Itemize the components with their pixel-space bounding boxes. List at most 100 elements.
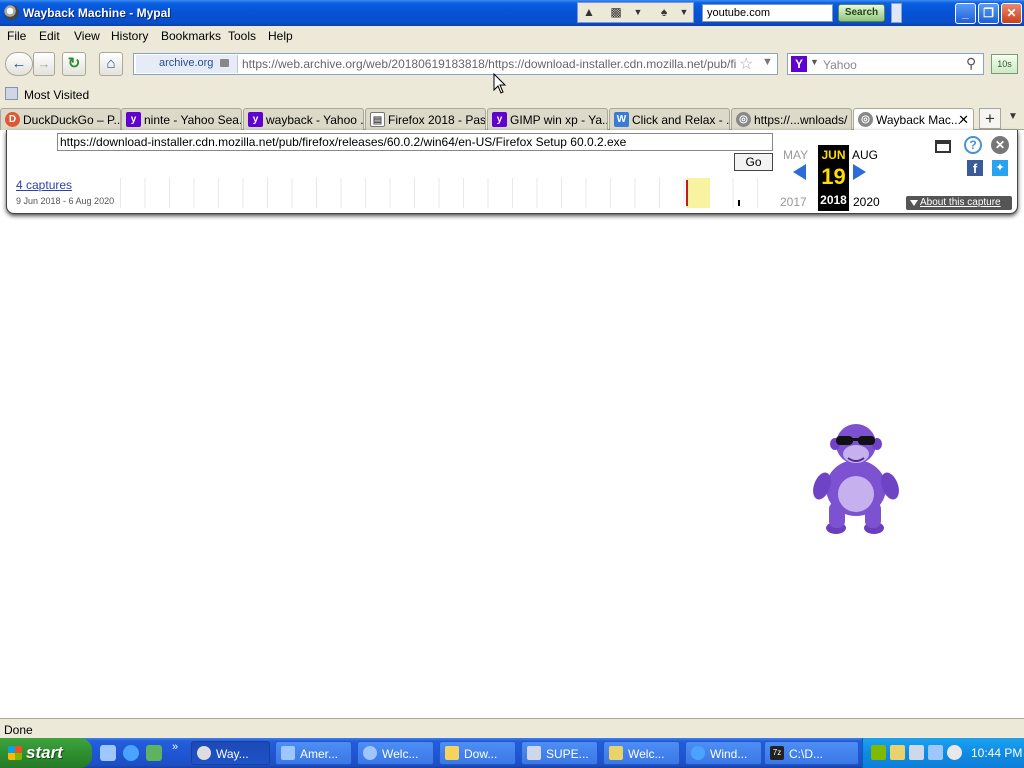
tray-volume-icon[interactable] <box>947 745 962 760</box>
taskbar-button-downloads[interactable]: Dow... <box>439 741 516 765</box>
navigation-toolbar: ← → ↻ ⌂ archive.org https://web.archive.… <box>0 46 1024 82</box>
tab-wayback-machine[interactable]: ◎ Wayback Mac... ✕ <box>853 108 974 131</box>
bonzi-buddy-character[interactable] <box>812 420 902 538</box>
home-button[interactable]: ⌂ <box>99 52 123 76</box>
menu-bookmarks[interactable]: Bookmarks <box>161 29 221 43</box>
current-day-label: 19 <box>821 164 846 189</box>
antivirus-icon[interactable]: ▲ <box>581 5 597 20</box>
about-capture-button[interactable]: About this capture <box>906 196 1012 210</box>
taskbar-label: Welc... <box>382 747 419 761</box>
help-icon[interactable]: ? <box>964 136 982 154</box>
menu-file[interactable]: File <box>7 29 26 43</box>
close-icon[interactable]: ✕ <box>991 136 1009 154</box>
installer-icon <box>527 746 541 760</box>
toolbar-search-input[interactable]: youtube.com <box>702 4 833 22</box>
tray-app-icon[interactable] <box>890 745 905 760</box>
reload-button[interactable]: ↻ <box>62 52 86 76</box>
taskbar-button-welc-2[interactable]: Welc... <box>603 741 680 765</box>
bookmark-most-visited[interactable]: Most Visited <box>24 88 89 102</box>
bookmarks-toolbar: Most Visited <box>0 82 1024 106</box>
app-icon <box>609 746 623 760</box>
chevron-down-icon[interactable]: ▼ <box>630 5 646 20</box>
capture-date-range: 9 Jun 2018 - 6 Aug 2020 <box>16 196 115 206</box>
capture-marker <box>738 200 740 206</box>
home-icon: ⌂ <box>106 55 116 72</box>
start-button[interactable]: start <box>0 738 92 768</box>
next-year-label[interactable]: 2020 <box>853 195 880 209</box>
next-month-label[interactable]: AUG <box>852 148 878 162</box>
tab-yahoo-ninte[interactable]: y ninte - Yahoo Sea... <box>121 108 242 130</box>
title-bar: Wayback Machine - Mypal ▲ ▩ ▼ ♠ ▼ youtub… <box>0 0 1024 26</box>
windows-logo-icon <box>8 746 22 760</box>
tab-yahoo-wayback[interactable]: y wayback - Yahoo ... <box>243 108 364 130</box>
tray-network-icon[interactable] <box>871 745 886 760</box>
menu-view[interactable]: View <box>74 29 100 43</box>
url-bar[interactable]: archive.org https://web.archive.org/web/… <box>133 53 778 75</box>
yahoo-engine-icon[interactable]: Y <box>791 56 807 72</box>
taskbar-button-7zip[interactable]: 7z C:\D... <box>764 741 859 765</box>
taskbar-button-windows[interactable]: Wind... <box>685 741 762 765</box>
next-capture-arrow-icon[interactable] <box>853 164 866 180</box>
arrow-right-icon: → <box>37 56 51 71</box>
facebook-icon[interactable]: f <box>967 160 983 176</box>
tab-label: https://...wnloads/ <box>754 113 848 127</box>
tray-monitor-icon[interactable] <box>928 745 943 760</box>
maximize-button[interactable]: ❐ <box>978 3 999 24</box>
quicklaunch-more-icon[interactable]: » <box>172 741 178 753</box>
close-button[interactable]: ✕ <box>1001 3 1022 24</box>
quicklaunch-ie-icon[interactable] <box>123 745 139 761</box>
search-icon[interactable]: ⚲ <box>966 55 976 72</box>
captures-link[interactable]: 4 captures <box>16 178 72 192</box>
minimize-button[interactable]: _ <box>955 3 976 24</box>
tab-list-icon[interactable]: ▼ <box>1008 111 1018 122</box>
wayback-go-button[interactable]: Go <box>734 153 773 171</box>
menu-tools[interactable]: Tools <box>228 29 256 43</box>
taskbar-button-amer[interactable]: Amer... <box>275 741 352 765</box>
taskbar-button-wayback[interactable]: Way... <box>191 741 270 765</box>
new-tab-button[interactable]: + <box>979 108 1001 129</box>
quicklaunch-app-icon[interactable] <box>146 745 162 761</box>
calendar-icon[interactable] <box>935 140 951 153</box>
prev-capture-arrow-icon[interactable] <box>793 164 806 180</box>
engine-dropdown-icon[interactable]: ▼ <box>810 57 819 67</box>
toolbar-search-button[interactable]: Search <box>838 4 885 22</box>
tab-downloads[interactable]: ◎ https://...wnloads/ <box>731 108 852 130</box>
tray-display-icon[interactable] <box>909 745 924 760</box>
menu-help[interactable]: Help <box>268 29 293 43</box>
tab-gimp-search[interactable]: y GIMP win xp - Ya... <box>487 108 608 130</box>
menu-bar: File Edit View History Bookmarks Tools H… <box>0 26 1024 46</box>
prev-month-label[interactable]: MAY <box>783 148 808 162</box>
menu-edit[interactable]: Edit <box>39 29 60 43</box>
status-bar: Done <box>0 718 1024 738</box>
taskbar-button-supe[interactable]: SUPE... <box>521 741 598 765</box>
clock[interactable]: 10:44 PM <box>971 746 1022 760</box>
wayback-url-input[interactable]: https://download-installer.cdn.mozilla.n… <box>57 133 773 151</box>
url-dropdown-icon[interactable]: ▼ <box>762 56 773 68</box>
quicklaunch-browser-icon[interactable] <box>100 745 116 761</box>
search-bar[interactable]: Y ▼ Yahoo ⚲ <box>787 53 984 75</box>
browser-icon <box>281 746 295 760</box>
capture-sparkline[interactable] <box>120 178 777 208</box>
search-input[interactable]: Yahoo <box>823 58 857 72</box>
tab-firefox-2018[interactable]: ▤ Firefox 2018 - Pas... <box>365 108 486 130</box>
device-icon[interactable]: ▩ <box>608 5 624 20</box>
taskbar-button-welc-1[interactable]: Welc... <box>357 741 434 765</box>
addon-button[interactable]: 10s <box>991 54 1018 74</box>
bookmark-star-icon[interactable]: ☆ <box>739 54 753 74</box>
toolbar-scroll-control[interactable] <box>891 3 902 23</box>
menu-history[interactable]: History <box>111 29 148 43</box>
tab-close-icon[interactable]: ✕ <box>958 112 969 128</box>
prev-year-label[interactable]: 2017 <box>780 195 807 209</box>
back-button[interactable]: ← <box>5 52 33 76</box>
tab-label: Click and Relax - ... <box>632 113 730 127</box>
mouse-cursor-icon <box>493 73 507 94</box>
tab-click-and-relax[interactable]: W Click and Relax - ... <box>609 108 730 130</box>
messenger-icon[interactable]: ♠ <box>656 5 672 20</box>
forward-button[interactable]: → <box>33 52 55 76</box>
taskbar-label: Dow... <box>464 747 498 761</box>
url-input[interactable]: https://web.archive.org/web/201806191838… <box>242 57 737 71</box>
window-title: Wayback Machine - Mypal <box>23 6 171 20</box>
tab-duckduckgo[interactable]: D DuckDuckGo – P... <box>0 108 121 130</box>
twitter-icon[interactable]: ✦ <box>992 160 1008 176</box>
chevron-down-icon[interactable]: ▼ <box>676 5 692 20</box>
